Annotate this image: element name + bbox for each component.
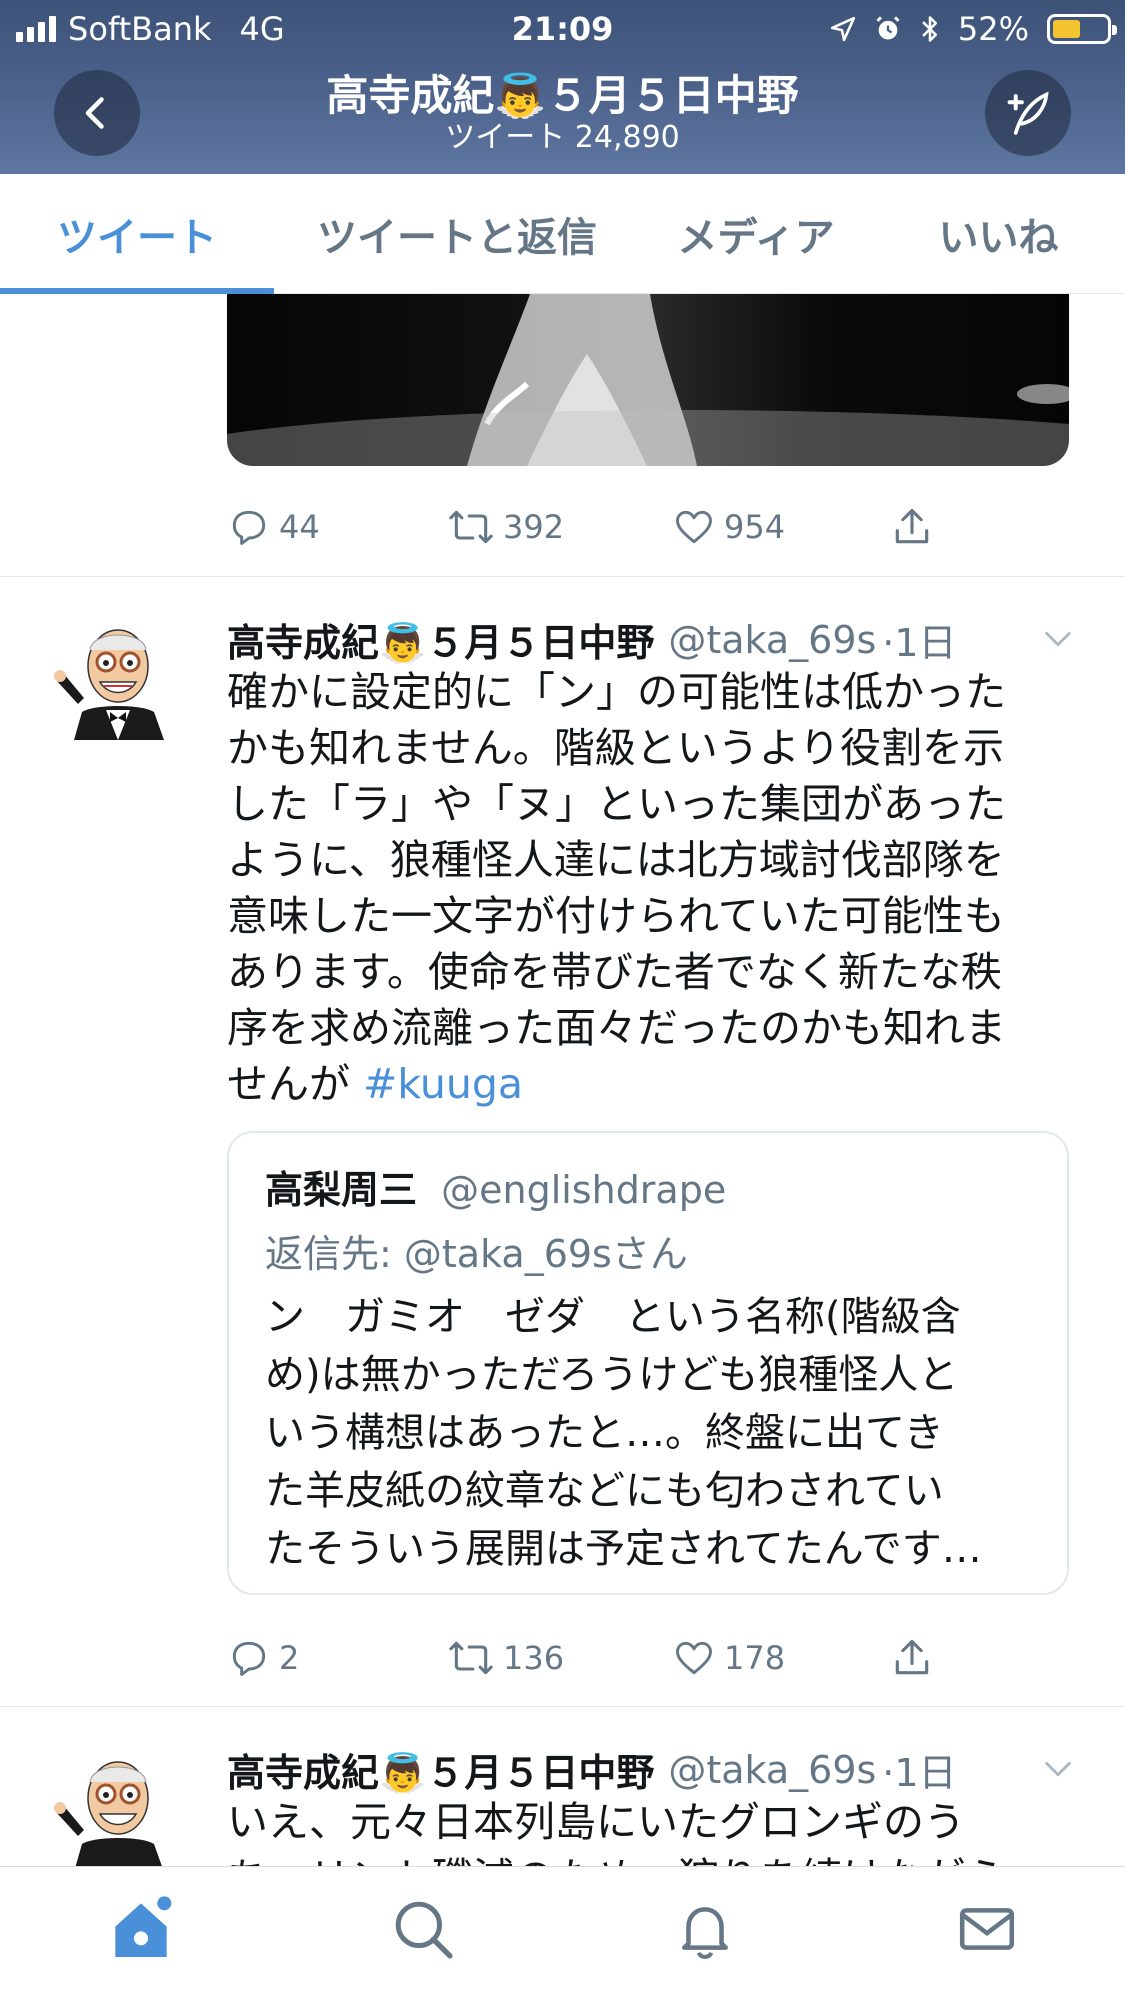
like-action[interactable]: 954 [672, 505, 785, 549]
heart-icon [676, 510, 712, 544]
tweet-author-name[interactable]: 高寺成紀👼５月５日中野 [227, 1742, 654, 1797]
retweet-action[interactable]: 136 [447, 1636, 564, 1680]
tweet-actions: 44 392 954 [227, 497, 1027, 557]
quote-header: 高梨周三 @englishdrape [265, 1159, 726, 1214]
quote-reply-to: 返信先: @taka_69sさん [265, 1232, 688, 1276]
tweet-text: 確かに設定的に「ン」の可能性は低かった かも知れません。階級というより役割を示 … [227, 664, 1077, 1112]
tweet-text-tail: せんが [227, 1060, 364, 1108]
avatar[interactable] [54, 1744, 182, 1866]
tweet-count: ツイート 24,890 [445, 120, 680, 155]
retweet-action[interactable]: 392 [447, 505, 564, 549]
like-count: 178 [724, 1639, 786, 1677]
retweet-count: 392 [503, 508, 565, 546]
share-action[interactable] [890, 505, 934, 549]
hashtag-link[interactable]: #kuuga [363, 1060, 523, 1108]
battery-icon [1047, 14, 1117, 44]
share-icon [895, 508, 929, 544]
tweet-author-handle[interactable]: @taka_69s [668, 618, 876, 662]
reply-bubble-icon [232, 510, 266, 545]
tweet-text-line: ち、リント殲滅のため、狩りを続けながら [227, 1850, 1077, 1866]
chevron-down-icon[interactable] [1041, 622, 1075, 656]
tweet-text: いえ、元々日本列島にいたグロンギのう ち、リント殲滅のため、狩りを続けながら [227, 1794, 1077, 1866]
tweet-text-line: せんが #kuuga [227, 1056, 1077, 1112]
tweet-header: 高寺成紀👼５月５日中野 @taka_69s ·1日 [227, 612, 957, 667]
quote-text-line: め)は無かっただろうけども狼種怪人と [265, 1352, 959, 1398]
home-icon [115, 1896, 172, 1957]
tweet-text-line: かも知れません。階級というより役割を示 [227, 724, 1004, 772]
tweet-text-line: あります。使命を帯びた者でなく新たな秩 [227, 948, 1002, 996]
like-action[interactable]: 178 [672, 1636, 785, 1680]
reply-action[interactable]: 2 [227, 1636, 299, 1680]
home-tab[interactable] [101, 1889, 181, 1969]
quote-author-handle: @englishdrape [441, 1168, 727, 1212]
tab-likes[interactable]: いいね [872, 174, 1125, 294]
retweet-count: 136 [503, 1639, 565, 1677]
quoted-tweet[interactable]: 高梨周三 @englishdrape 返信先: @taka_69sさん ン ガミ… [227, 1131, 1069, 1595]
bell-icon [682, 1907, 728, 1959]
quote-text-line: ン ガミオ ゼダ という名称(階級含 [265, 1294, 961, 1340]
tweet-text-line: 意味した一文字が付けられていた可能性も [227, 892, 1005, 940]
battery-percent: 52% [957, 10, 1029, 48]
tweet-text-line: 序を求め流離った面々だったのかも知れま [227, 1004, 1006, 1052]
search-tab[interactable] [383, 1889, 463, 1969]
bluetooth-icon [922, 16, 937, 42]
share-icon [895, 1639, 929, 1675]
tab-media[interactable]: メディア [640, 174, 872, 294]
mail-icon [959, 1908, 1015, 1950]
search-icon [395, 1901, 453, 1959]
alarm-icon [876, 16, 900, 40]
tweet-text-line: いえ、元々日本列島にいたグロンギのう [227, 1798, 965, 1846]
notifications-tab[interactable] [665, 1889, 745, 1969]
tweet-time: ·1日 [882, 621, 957, 665]
avatar-illustration [54, 1761, 162, 1866]
quote-text: ン ガミオ ゼダ という名称(階級含 め)は無かっただろうけども狼種怪人と いう… [265, 1288, 1045, 1578]
location-icon [830, 16, 856, 42]
battery-fill [1053, 20, 1081, 38]
tweet-author-name[interactable]: 高寺成紀👼５月５日中野 [227, 612, 654, 667]
tweet-divider [0, 1706, 1125, 1707]
status-right: 52% [830, 10, 1117, 48]
tab-tweets[interactable]: ツイート [0, 174, 274, 294]
tweet-media-image[interactable] [227, 294, 1069, 466]
tweet-actions: 2 136 178 [227, 1628, 1027, 1688]
tab-tweets-and-replies[interactable]: ツイートと返信 [274, 174, 640, 294]
like-count: 954 [724, 508, 786, 546]
quote-author-name: 高梨周三 [265, 1168, 418, 1212]
reply-count: 44 [279, 508, 320, 546]
tweet-header: 高寺成紀👼５月５日中野 @taka_69s ·1日 [227, 1742, 957, 1797]
tweet-feed[interactable]: 44 392 954 高寺成紀👼５月５日中野 @taka_69s ·1日 確かに… [0, 294, 1125, 1866]
tweet-text-line: した「ラ」や「ヌ」といった集団があった [227, 780, 1006, 828]
quote-text-line: たそういう展開は予定されてたんです… [265, 1526, 982, 1572]
compose-feather-icon [1007, 91, 1049, 135]
status-bar: SoftBank 4G 21:09 52% [0, 0, 1125, 56]
reply-count: 2 [279, 1639, 300, 1677]
quote-text-line: いう構想はあったと…。終盤に出てき [265, 1410, 944, 1456]
avatar-illustration [54, 629, 164, 740]
tweet-time: ·1日 [882, 1751, 957, 1795]
messages-tab[interactable] [947, 1889, 1027, 1969]
profile-tabs: ツイート ツイートと返信 メディア いいね [0, 174, 1125, 294]
retweet-icon [449, 510, 493, 544]
tweet-author-handle[interactable]: @taka_69s [668, 1748, 876, 1792]
avatar[interactable] [54, 612, 182, 740]
bottom-tab-bar [0, 1866, 1125, 2000]
reply-bubble-icon [232, 1641, 266, 1676]
retweet-icon [449, 1641, 493, 1675]
tweet-text-line: 確かに設定的に「ン」の可能性は低かった [227, 668, 1006, 716]
heart-icon [676, 1641, 712, 1675]
tweet-text-line: ように、狼種怪人達には北方域討伐部隊を [227, 836, 1005, 884]
share-action[interactable] [890, 1636, 934, 1680]
quote-text-line: た羊皮紙の紋章などにも匂わされてい [265, 1468, 944, 1514]
tweet-divider [0, 576, 1125, 577]
profile-header: SoftBank 4G 21:09 52% 高寺成紀👼５月５日中野 ツイート 2… [0, 0, 1125, 174]
chevron-down-icon[interactable] [1041, 1752, 1075, 1786]
photo-content [227, 294, 1069, 466]
reply-action[interactable]: 44 [227, 505, 320, 549]
compose-button[interactable] [985, 70, 1071, 156]
